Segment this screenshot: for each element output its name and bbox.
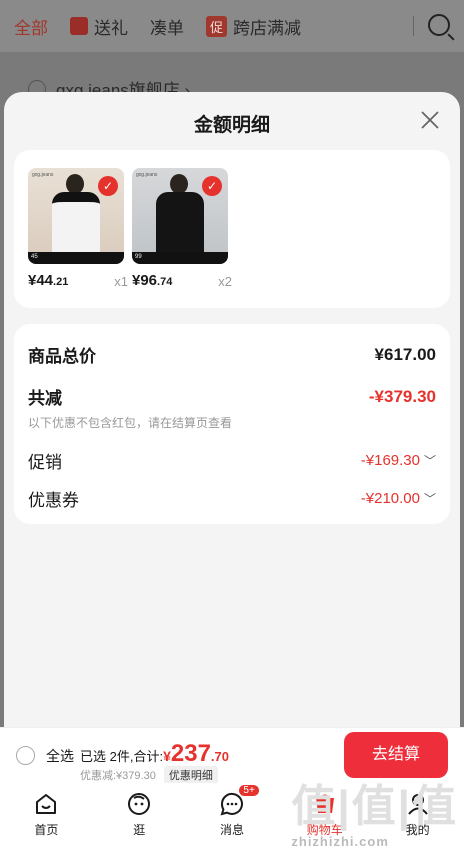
discount-amount: 优惠减:¥379.30 — [80, 770, 156, 782]
reduce-row: 共减 -¥379.30 — [28, 384, 436, 409]
total-currency: ¥ — [163, 748, 171, 764]
nav-home[interactable]: 首页 — [0, 783, 93, 848]
selected-count: 已选 2件,合计: — [80, 749, 164, 764]
price-dec: .21 — [53, 276, 69, 288]
tab-bundle[interactable]: 凑单 — [150, 14, 184, 39]
tab-gift-label: 送礼 — [94, 18, 128, 38]
selection-summary: 已选 2件,合计: ¥237.70 — [80, 740, 229, 768]
model-head — [66, 174, 84, 194]
product-item[interactable]: gxg.jeans 45 ✓ ¥44.21 x1 — [28, 168, 128, 289]
check-icon[interactable]: ✓ — [202, 176, 222, 196]
product-qty: x1 — [114, 274, 128, 289]
product-image-strip: 45 — [28, 252, 124, 264]
product-brand-mark: gxg.jeans — [136, 172, 158, 178]
tab-bundle-label: 凑单 — [150, 18, 184, 38]
tab-cross-store-label: 跨店满减 — [233, 18, 302, 38]
total-value: ¥617.00 — [374, 344, 436, 364]
model-head — [170, 174, 188, 194]
promo-value: -¥169.30 — [360, 451, 420, 469]
tab-gift[interactable]: 送礼 — [70, 14, 128, 39]
model-body — [52, 192, 100, 254]
close-icon[interactable] — [420, 110, 440, 130]
price-int: ¥44 — [28, 272, 54, 289]
gift-icon — [70, 17, 88, 35]
message-badge: 5+ — [239, 785, 259, 796]
product-qty: x2 — [218, 274, 232, 289]
price-dec: .74 — [157, 276, 173, 288]
tab-cross-store[interactable]: 促跨店满减 — [206, 14, 301, 39]
check-icon[interactable]: ✓ — [98, 176, 118, 196]
product-image-strip: 99 — [132, 252, 228, 264]
price-int: ¥96 — [132, 272, 158, 289]
promo-row[interactable]: 促销 -¥169.30 ﹀ — [28, 448, 436, 473]
product-image: gxg.jeans 45 ✓ — [28, 168, 124, 264]
promo-value-wrap: -¥169.30 ﹀ — [361, 452, 436, 470]
coupon-value-wrap: -¥210.00 ﹀ — [361, 490, 436, 508]
nav-browse-label: 逛 — [133, 823, 146, 837]
product-item[interactable]: gxg.jeans 99 ✓ ¥96.74 x2 — [132, 168, 232, 289]
total-dec: .70 — [210, 749, 229, 764]
total-row: 商品总价 ¥617.00 — [28, 342, 436, 367]
reduce-value: -¥379.30 — [368, 386, 436, 406]
product-price: ¥44.21 — [28, 272, 68, 289]
total-int: 237 — [170, 740, 211, 767]
checkout-total: ¥237.70 — [163, 740, 229, 768]
nav-messages-label: 消息 — [219, 823, 244, 837]
select-all-label[interactable]: 全选 — [46, 746, 74, 766]
select-all-radio[interactable] — [16, 746, 35, 765]
tab-all[interactable]: 全部 — [14, 14, 48, 39]
tab-all-label: 全部 — [14, 18, 48, 38]
product-image: gxg.jeans 99 ✓ — [132, 168, 228, 264]
search-icon[interactable] — [428, 14, 450, 36]
model-body — [156, 192, 204, 254]
promo-tag: 促 — [206, 15, 228, 37]
discount-note: 以下优惠不包含红包，请在结算页查看 — [28, 416, 233, 430]
discount-line: 优惠减:¥379.30 优惠明细 — [80, 766, 218, 784]
watermark: 值|值|值 zhizhizhi.com — [291, 770, 458, 848]
top-tab-bar: 全部 送礼 凑单 促跨店满减 — [0, 0, 464, 52]
product-price: ¥96.74 — [132, 272, 172, 289]
chevron-down-icon[interactable]: ﹀ — [424, 492, 436, 506]
nav-home-label: 首页 — [34, 823, 59, 837]
reduce-label: 共减 — [28, 389, 62, 408]
watermark-logo: 值|值|值 — [291, 782, 458, 831]
chevron-down-icon[interactable]: ﹀ — [424, 454, 436, 468]
coupon-value: -¥210.00 — [360, 489, 420, 507]
product-list: gxg.jeans 45 ✓ ¥44.21 x1 gxg.jeans 99 ✓ … — [14, 150, 450, 308]
watermark-text: zhizhizhi.com — [291, 834, 389, 848]
home-icon — [36, 794, 57, 814]
coupon-label: 优惠券 — [28, 491, 79, 510]
nav-browse[interactable]: 逛 — [93, 783, 186, 848]
total-label: 商品总价 — [28, 347, 96, 366]
promo-label: 促销 — [28, 453, 62, 472]
divider — [413, 16, 414, 36]
face-icon — [128, 793, 151, 815]
product-brand-mark: gxg.jeans — [32, 172, 54, 178]
discount-detail-button[interactable]: 优惠明细 — [163, 766, 218, 784]
nav-messages[interactable]: 消息 5+ — [186, 783, 279, 848]
amount-summary: 商品总价 ¥617.00 共减 -¥379.30 以下优惠不包含红包，请在结算页… — [14, 324, 450, 524]
amount-detail-sheet: 金额明细 gxg.jeans 45 ✓ ¥44.21 x1 gxg.jeans … — [4, 92, 460, 732]
sheet-title: 金额明细 — [193, 115, 270, 136]
coupon-row[interactable]: 优惠券 -¥210.00 ﹀ — [28, 486, 436, 511]
